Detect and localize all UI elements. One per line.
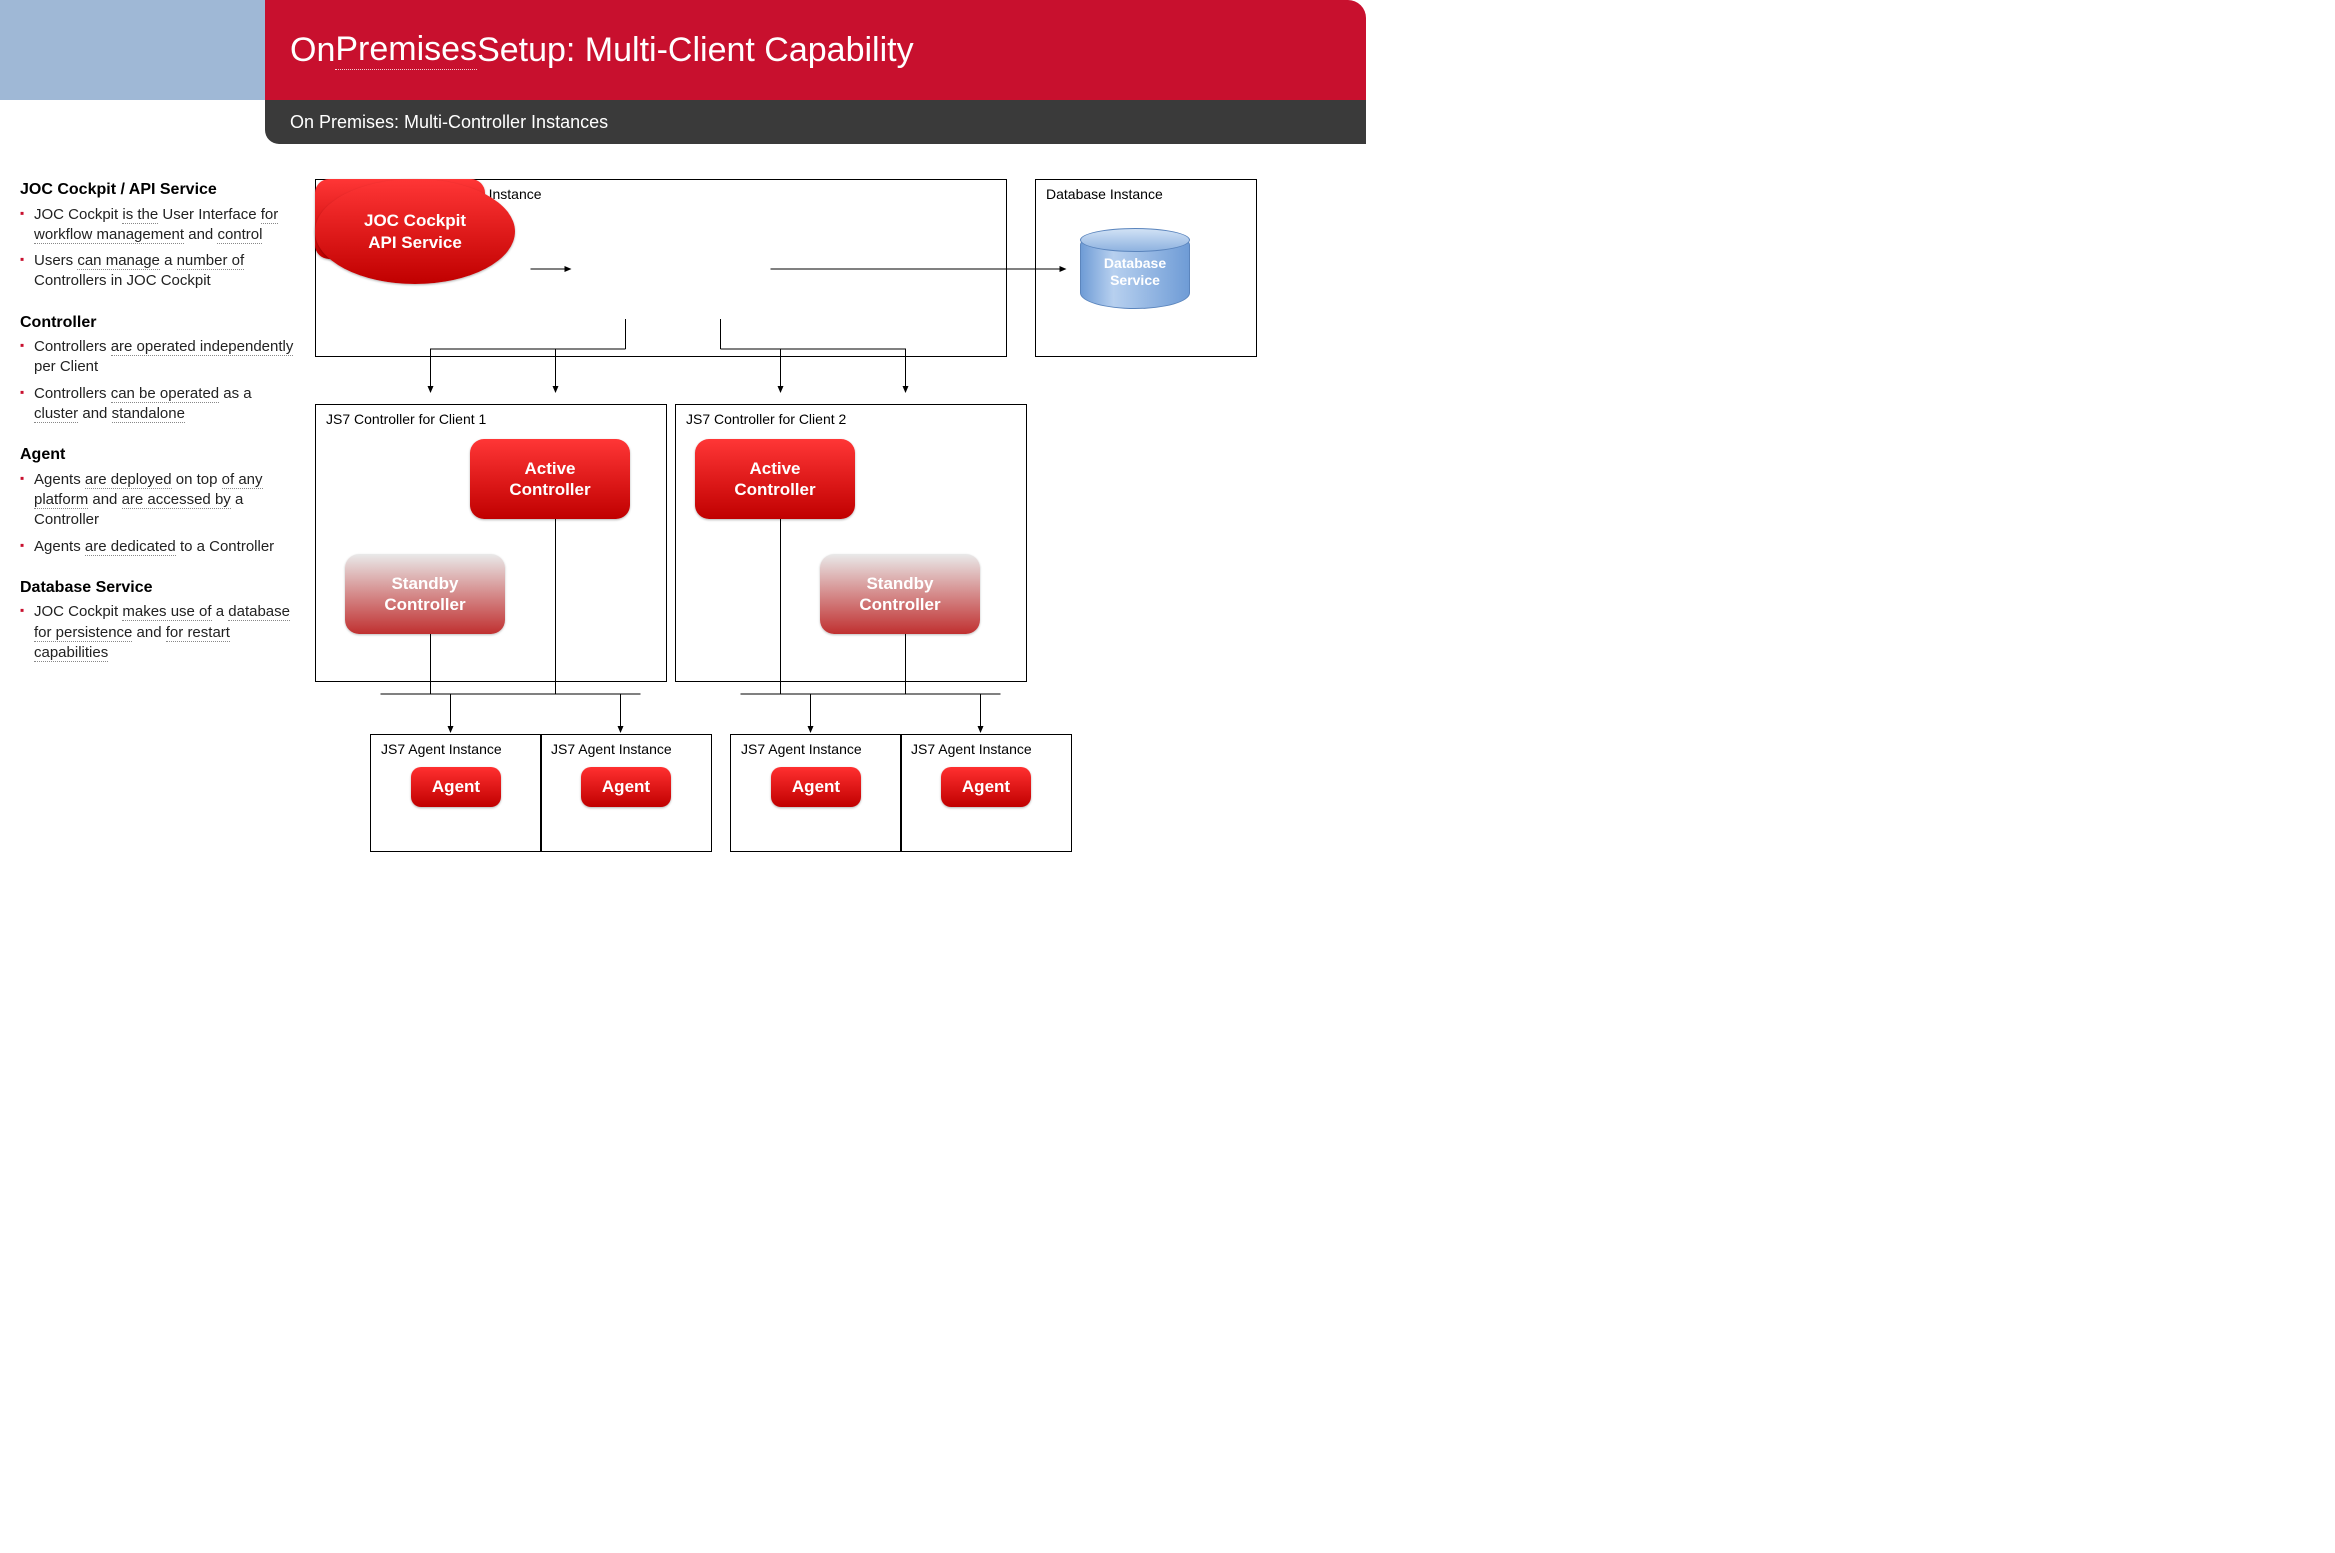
agent-box-1: JS7 Agent Instance Agent (370, 734, 542, 852)
sec4-heading: Database Service (20, 577, 295, 599)
joc-api-node: JOC CockpitAPI Service (315, 179, 515, 284)
agent-label: JS7 Agent Instance (911, 741, 1061, 757)
sec3-item: Agents are dedicated to a Controller (20, 537, 295, 557)
active-controller-1: ActiveController (470, 439, 630, 519)
sec1-item: Users can manage a number of Controllers… (20, 251, 295, 292)
sec1-heading: JOC Cockpit / API Service (20, 179, 295, 201)
agent-node: Agent (941, 767, 1031, 807)
sec3-heading: Agent (20, 444, 295, 466)
standby-controller-2: StandbyController (820, 554, 980, 634)
sec3-item: Agents are deployed on top of any platfo… (20, 470, 295, 531)
ctrl2-label: JS7 Controller for Client 2 (686, 411, 1016, 427)
sec4-item: JOC Cockpit makes use of a database for … (20, 602, 295, 663)
architecture-diagram: JS7 Primary JOC Cockpit Instance JOC Coc… (315, 179, 1346, 879)
sec2-item: Controllers are operated independently p… (20, 337, 295, 378)
ctrl1-label: JS7 Controller for Client 1 (326, 411, 656, 427)
slide-title: On Premises Setup: Multi-Client Capabili… (265, 0, 1366, 100)
agent-node: Agent (771, 767, 861, 807)
side-text: JOC Cockpit / API Service JOC Cockpit is… (20, 179, 295, 879)
title-underlined: Premises (335, 30, 477, 70)
slide-header: On Premises Setup: Multi-Client Capabili… (0, 0, 1366, 100)
agent-box-2: JS7 Agent Instance Agent (540, 734, 712, 852)
agent-node: Agent (581, 767, 671, 807)
slide-subtitle: On Premises: Multi-Controller Instances (265, 100, 1366, 144)
sec2-item: Controllers can be operated as a cluster… (20, 384, 295, 425)
agent-label: JS7 Agent Instance (381, 741, 531, 757)
agent-node: Agent (411, 767, 501, 807)
header-accent (0, 0, 265, 100)
db-box-label: Database Instance (1046, 186, 1246, 202)
title-prefix: On (290, 31, 335, 70)
standby-controller-1: StandbyController (345, 554, 505, 634)
agent-label: JS7 Agent Instance (551, 741, 701, 757)
sec2-heading: Controller (20, 312, 295, 334)
active-controller-2: ActiveController (695, 439, 855, 519)
agent-box-3: JS7 Agent Instance Agent (730, 734, 902, 852)
agent-label: JS7 Agent Instance (741, 741, 891, 757)
database-cylinder-icon: DatabaseService (1080, 229, 1190, 309)
agent-box-4: JS7 Agent Instance Agent (900, 734, 1072, 852)
sec1-item: JOC Cockpit is the User Interface for wo… (20, 205, 295, 246)
title-suffix: Setup: Multi-Client Capability (477, 31, 914, 70)
